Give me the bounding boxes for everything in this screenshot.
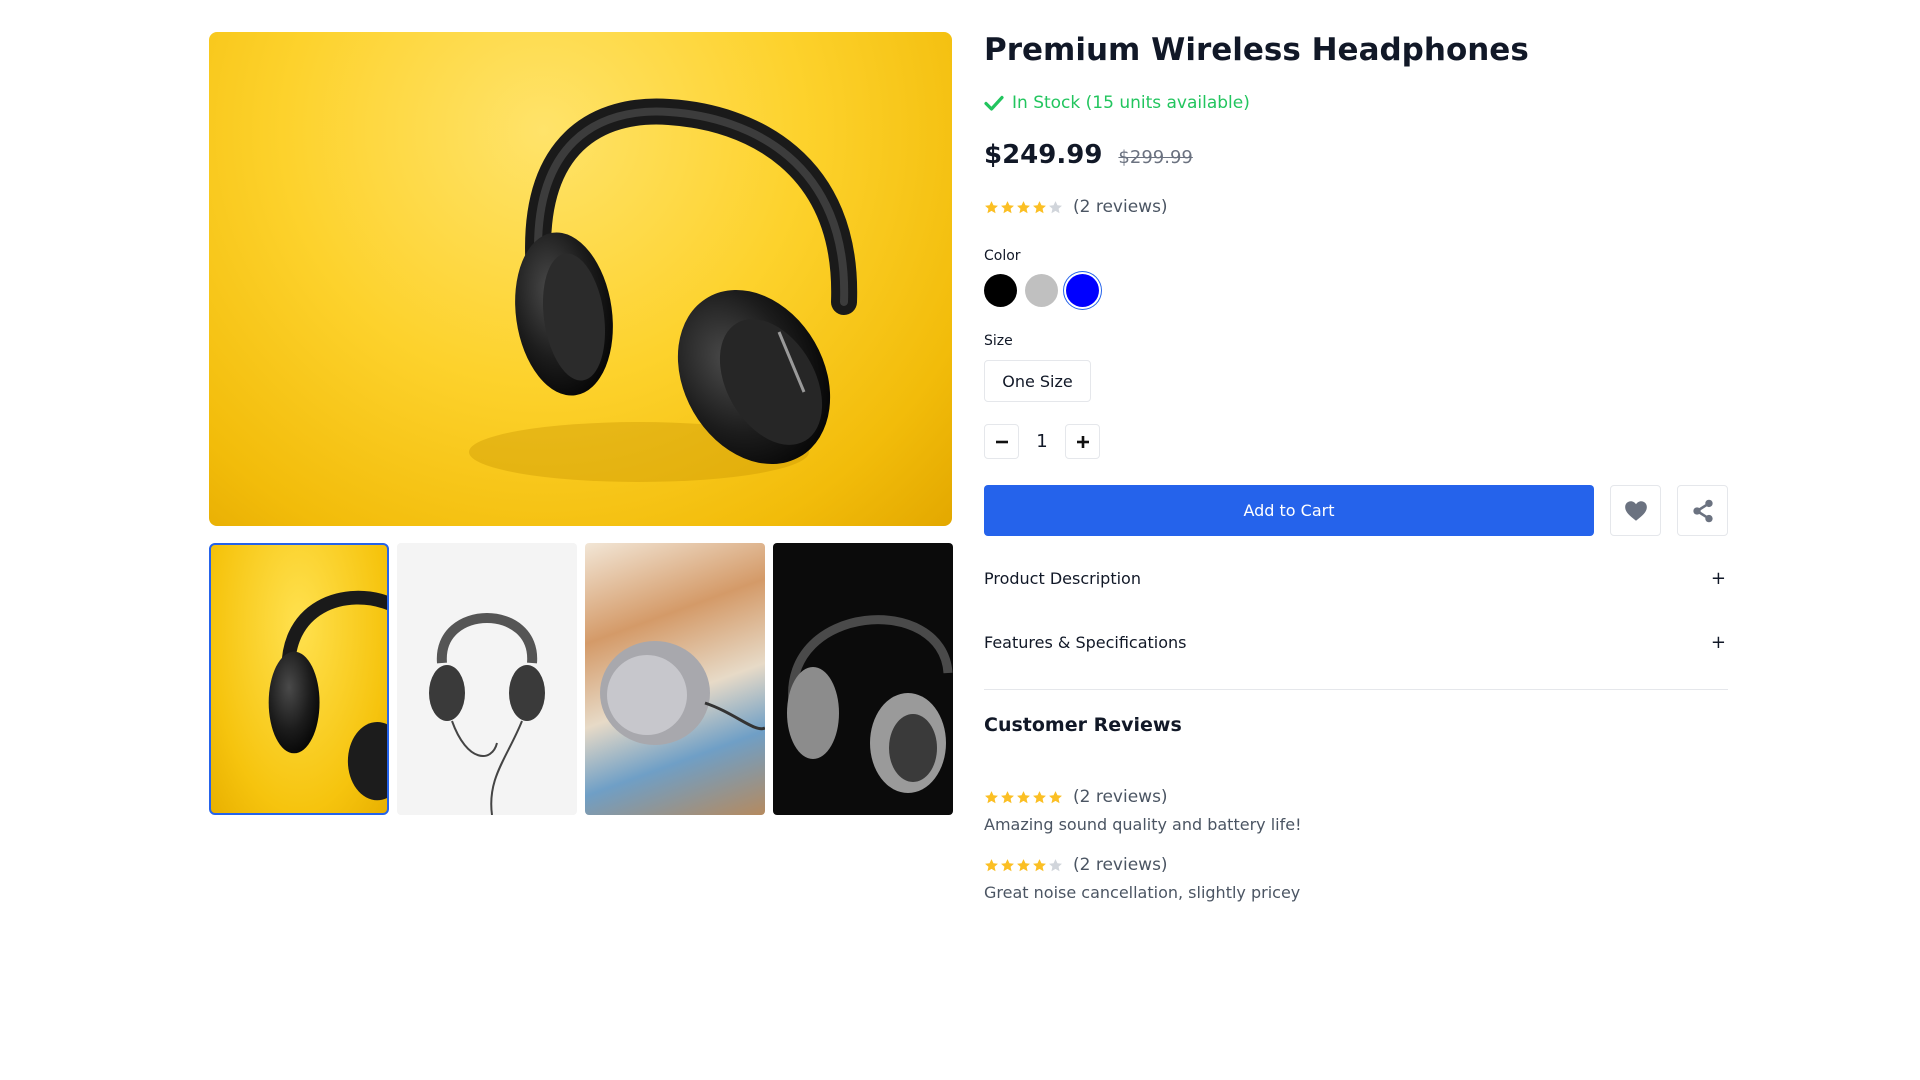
star-filled-icon: [1001, 790, 1014, 803]
stock-text: In Stock (15 units available): [1012, 93, 1250, 113]
share-icon: [1692, 499, 1713, 522]
stock-status: In Stock (15 units available): [984, 93, 1250, 113]
color-swatch[interactable]: [1066, 274, 1099, 307]
review-text: Great noise cancellation, slightly price…: [984, 883, 1301, 902]
star-filled-icon: [1017, 200, 1030, 213]
share-button[interactable]: [1677, 485, 1728, 536]
thumbnail-1-selected[interactable]: [209, 543, 389, 815]
headphones-photo: [469, 98, 858, 482]
original-price: $299.99: [1118, 147, 1193, 168]
heart-icon: [1624, 500, 1647, 521]
review-rating: (2 reviews): [984, 855, 1728, 875]
quantity-stepper: 1: [984, 424, 1100, 459]
review-item: (2 reviews) Great noise cancellation, sl…: [984, 855, 1728, 902]
add-to-cart-button[interactable]: Add to Cart: [984, 485, 1594, 536]
increase-quantity-button[interactable]: [1065, 424, 1100, 459]
review-count: (2 reviews): [1073, 787, 1168, 807]
star-filled-icon: [985, 200, 998, 213]
section-divider: [984, 689, 1728, 690]
expand-plus-icon: +: [1710, 631, 1726, 653]
color-swatch[interactable]: [984, 274, 1017, 307]
white-background-headphones-thumbnail: [429, 613, 545, 815]
thumbnail-strip: [209, 543, 953, 815]
star-empty-icon: [1049, 200, 1062, 213]
features-specifications-accordion[interactable]: Features & Specifications +: [984, 610, 1728, 674]
star-filled-icon: [1017, 790, 1030, 803]
current-price: $249.99: [984, 140, 1103, 170]
expand-plus-icon: +: [1710, 567, 1726, 589]
accordion-title: Product Description: [984, 568, 1141, 588]
price-row: $249.99 $299.99: [984, 140, 1193, 170]
quantity-value: 1: [1036, 431, 1048, 452]
product-description-accordion[interactable]: Product Description +: [984, 546, 1728, 610]
color-label: Color: [984, 248, 1021, 264]
wishlist-button[interactable]: [1610, 485, 1661, 536]
accordion-title: Features & Specifications: [984, 632, 1187, 652]
thumbnail-4[interactable]: [773, 543, 953, 815]
star-filled-icon: [985, 790, 998, 803]
review-count: (2 reviews): [1073, 197, 1168, 217]
star-filled-icon: [1001, 858, 1014, 871]
star-filled-icon: [1033, 790, 1046, 803]
product-details: Premium Wireless Headphones In Stock (15…: [984, 32, 1728, 902]
color-swatch[interactable]: [1025, 274, 1058, 307]
customer-reviews-heading: Customer Reviews: [984, 714, 1182, 736]
metal-earcup-closeup-thumbnail: [600, 641, 765, 745]
color-swatches: [984, 274, 1099, 307]
size-label: Size: [984, 333, 1013, 349]
review-count: (2 reviews): [1073, 855, 1168, 875]
star-filled-icon: [1001, 200, 1014, 213]
star-filled-icon: [1033, 858, 1046, 871]
star-filled-icon: [1033, 200, 1046, 213]
star-rating: [984, 858, 1063, 873]
review-text: Amazing sound quality and battery life!: [984, 815, 1302, 834]
main-product-image: [209, 32, 952, 526]
thumbnail-2[interactable]: [397, 543, 577, 815]
yellow-headphones-thumbnail: [268, 590, 387, 801]
star-rating: [984, 790, 1063, 805]
plus-icon: [1076, 435, 1089, 448]
star-filled-icon: [1017, 858, 1030, 871]
star-filled-icon: [985, 858, 998, 871]
black-background-headphones-thumbnail: [787, 615, 953, 793]
star-empty-icon: [1049, 858, 1062, 871]
review-rating: (2 reviews): [984, 787, 1728, 807]
thumbnail-3[interactable]: [585, 543, 765, 815]
size-option-button[interactable]: One Size: [984, 360, 1091, 402]
review-item: (2 reviews) Amazing sound quality and ba…: [984, 787, 1728, 834]
minus-icon: [995, 440, 1008, 443]
check-icon: [984, 95, 1004, 111]
star-rating: [984, 200, 1063, 215]
product-rating: (2 reviews): [984, 197, 1168, 217]
star-filled-icon: [1049, 790, 1062, 803]
decrease-quantity-button[interactable]: [984, 424, 1019, 459]
product-title: Premium Wireless Headphones: [984, 32, 1529, 68]
